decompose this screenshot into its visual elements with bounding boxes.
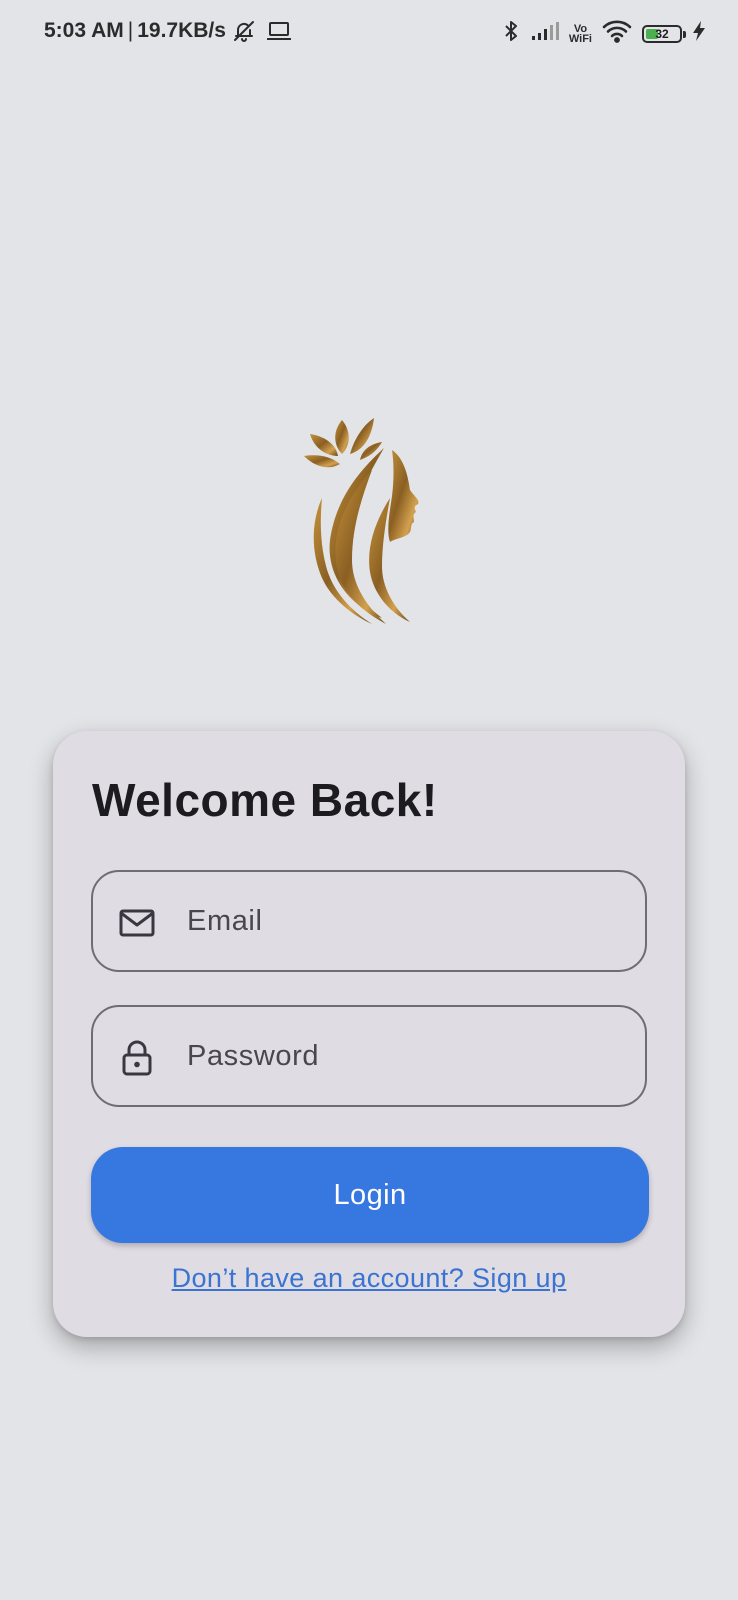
signup-link[interactable]: Don’t have an account? Sign up xyxy=(53,1263,685,1294)
password-input[interactable] xyxy=(187,1007,627,1105)
vowifi-icon: Vo WiFi xyxy=(568,22,592,45)
status-time: 5:03 AM xyxy=(44,19,124,42)
laptop-icon xyxy=(266,20,292,42)
login-card: Welcome Back! Login Don’t have an accoun… xyxy=(53,731,685,1337)
email-field[interactable] xyxy=(91,870,647,972)
status-bar-right: Vo WiFi 32 xyxy=(503,19,706,48)
bluetooth-icon xyxy=(503,19,521,48)
network-speed: 19.7KB/s xyxy=(137,19,226,42)
email-input[interactable] xyxy=(187,872,627,970)
password-field[interactable] xyxy=(91,1005,647,1107)
mail-icon xyxy=(119,906,155,940)
battery-level: 32 xyxy=(655,26,669,41)
status-bar: 5:03 AM | 19.7KB/s Vo WiFi 32 xyxy=(0,0,738,66)
login-button[interactable]: Login xyxy=(91,1147,649,1243)
woman-lotus-logo xyxy=(300,410,440,635)
vowifi-top: Vo xyxy=(573,22,588,35)
battery-icon: 32 xyxy=(642,24,686,43)
vowifi-bottom: WiFi xyxy=(568,32,592,45)
page-title: Welcome Back! xyxy=(92,774,438,826)
charging-icon xyxy=(692,20,706,47)
lock-icon xyxy=(119,1040,155,1076)
status-separator: | xyxy=(127,19,134,42)
wifi-icon xyxy=(602,19,632,48)
status-bar-left: 5:03 AM | 19.7KB/s xyxy=(44,19,292,43)
signal-icon xyxy=(531,21,559,46)
bell-off-icon xyxy=(232,19,256,43)
